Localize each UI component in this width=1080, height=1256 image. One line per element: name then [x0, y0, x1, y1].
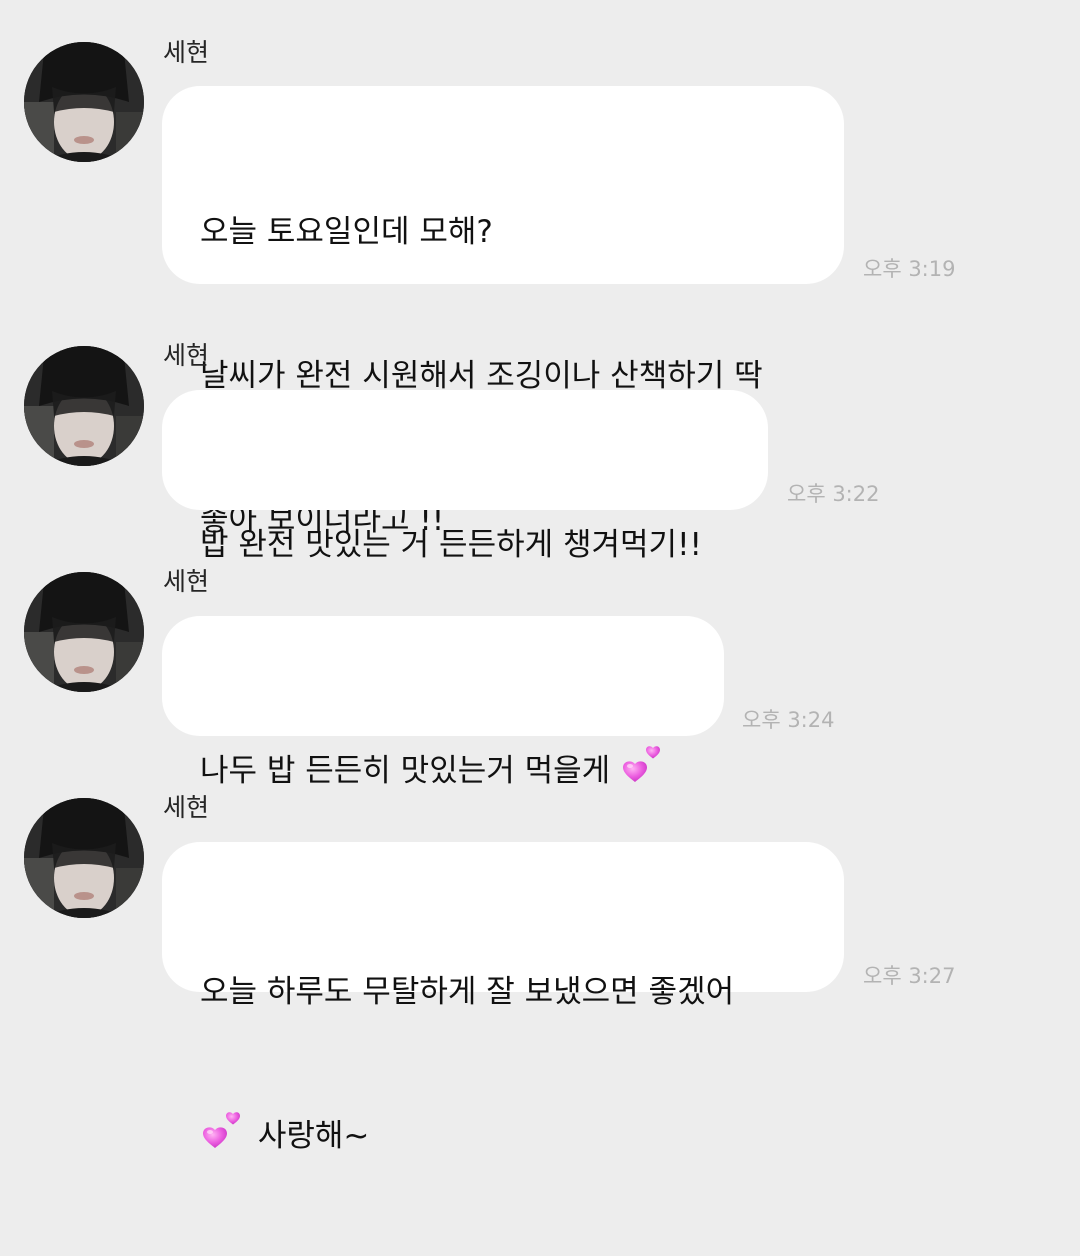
two-hearts-icon: [620, 744, 668, 792]
sender-name: 세현: [163, 38, 210, 67]
avatar[interactable]: [24, 42, 144, 162]
avatar[interactable]: [24, 572, 144, 692]
message-time: 오후 3:27: [863, 964, 956, 988]
message-text: 나두 밥 든든히 맛있는거 먹을게: [200, 747, 686, 795]
message-bubble[interactable]: 밥 완전 맛있는 거 든든하게 챙겨먹기!!: [162, 390, 768, 563]
message-text: 사랑해~: [200, 1112, 806, 1160]
message-bubble[interactable]: 오늘 토요일인데 모해? 날씨가 완전 시원해서 조깅이나 산책하기 딱 좋아 …: [162, 86, 844, 538]
two-hearts-icon: [200, 1110, 248, 1158]
message-time: 오후 3:22: [787, 482, 880, 506]
message-text: 밥 완전 맛있는 거 든든하게 챙겨먹기!!: [200, 527, 702, 563]
message-bubble[interactable]: 나두 밥 든든히 맛있는거 먹을게: [162, 616, 724, 789]
message-bubble[interactable]: 오늘 하루도 무탈하게 잘 보냈으면 좋겠어 사랑해~: [162, 842, 844, 1154]
message-text: 오늘 하루도 무탈하게 잘 보냈으면 좋겠어: [200, 974, 735, 1010]
message-text: 오늘 토요일인데 모해?: [200, 214, 493, 250]
sender-name: 세현: [163, 567, 210, 596]
message-time: 오후 3:24: [742, 708, 835, 732]
sender-name: 세현: [163, 341, 210, 370]
sender-name: 세현: [163, 793, 210, 822]
message-time: 오후 3:19: [863, 257, 956, 281]
avatar[interactable]: [24, 346, 144, 466]
avatar[interactable]: [24, 798, 144, 918]
